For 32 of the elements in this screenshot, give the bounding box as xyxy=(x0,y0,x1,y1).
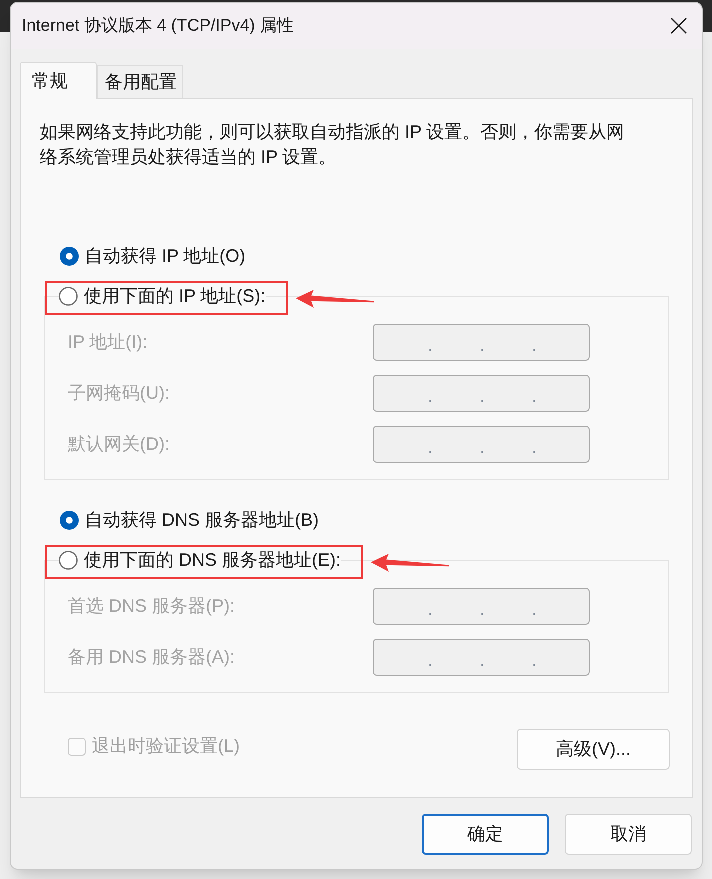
ip-separator: . xyxy=(480,386,486,404)
ip-separator: . xyxy=(428,386,434,404)
radio-option[interactable]: 使用下面的 DNS 服务器地址(E): xyxy=(59,547,342,573)
field-label: 子网掩码(U): xyxy=(68,382,170,405)
description-text: 如果网络支持此功能，则可以获取自动指派的 IP 设置。否则，你需要从网络系统管理员处获得适当的 IP 设置。 xyxy=(40,121,626,169)
field-label: IP 地址(I): xyxy=(68,331,148,354)
ip-separator: . xyxy=(480,650,486,668)
dialog-button[interactable]: 确定 xyxy=(422,814,549,855)
ip-separator: . xyxy=(532,438,538,456)
advanced-button[interactable]: 高级(V)... xyxy=(517,729,670,770)
ip-separator: . xyxy=(532,600,538,618)
radio-option[interactable]: 自动获得 DNS 服务器地址(B) xyxy=(60,507,319,533)
ip-separator: . xyxy=(532,336,538,354)
ip-separator: . xyxy=(480,438,486,456)
window-title: Internet 协议版本 4 (TCP/IPv4) 属性 xyxy=(22,15,294,38)
radio-option[interactable]: 使用下面的 IP 地址(S): xyxy=(59,283,266,309)
ip-separator: . xyxy=(428,336,434,354)
ip-separator: . xyxy=(428,650,434,668)
field-label: 备用 DNS 服务器(A): xyxy=(68,646,236,669)
ip-separator: . xyxy=(428,600,434,618)
field-label: 首选 DNS 服务器(P): xyxy=(68,595,236,618)
close-icon xyxy=(671,18,687,34)
radio-option[interactable]: 自动获得 IP 地址(O) xyxy=(60,243,246,269)
ip-separator: . xyxy=(480,600,486,618)
tab[interactable]: 备用配置 xyxy=(97,65,183,98)
ip-separator: . xyxy=(480,336,486,354)
dialog-button[interactable]: 取消 xyxy=(565,814,692,855)
ip-separator: . xyxy=(532,386,538,404)
tab[interactable]: 常规 xyxy=(20,62,97,99)
ip-separator: . xyxy=(428,438,434,456)
ip-separator: . xyxy=(532,650,538,668)
field-label: 默认网关(D): xyxy=(68,433,170,456)
